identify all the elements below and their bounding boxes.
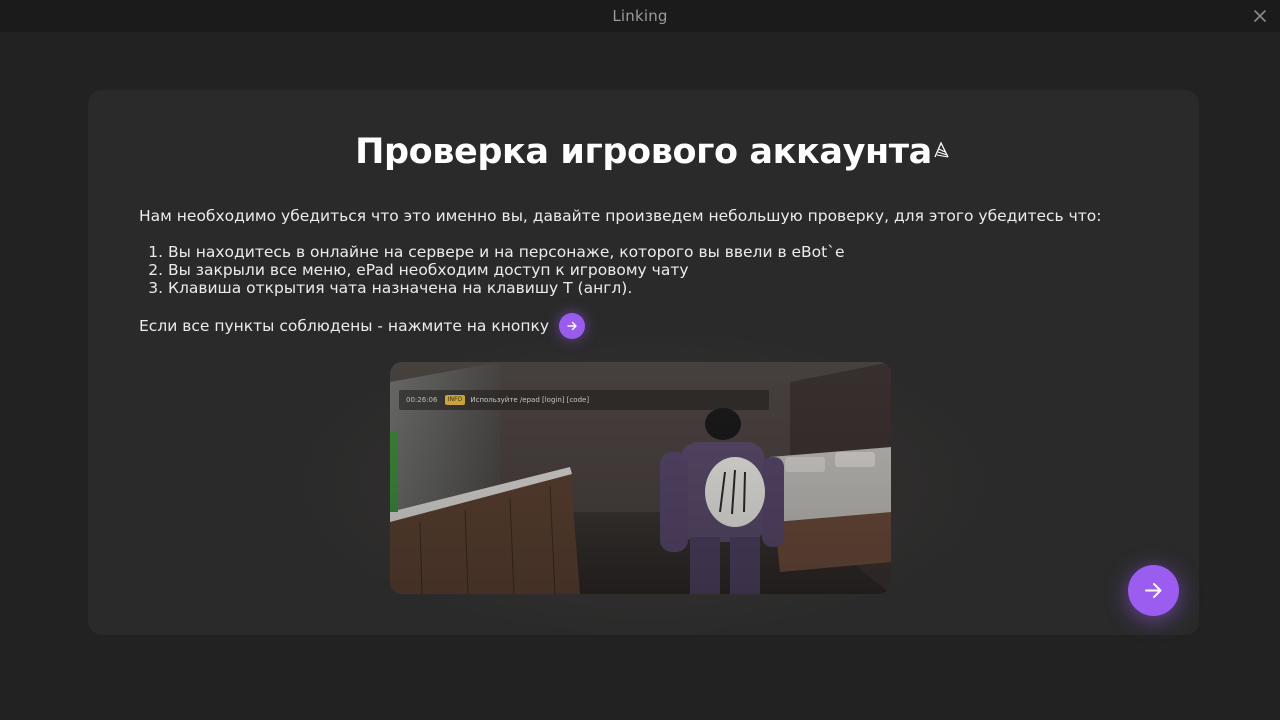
step-number: 2. xyxy=(148,261,163,279)
step-number: 3. xyxy=(148,279,163,297)
arrow-right-icon xyxy=(1145,583,1162,598)
step-number: 1. xyxy=(148,243,163,261)
step-text: Клавиша открытия чата назначена на клави… xyxy=(167,279,633,297)
verification-card: Проверка игрового аккаунта Нам необходим… xyxy=(88,90,1199,644)
step-text: Вы находитесь в онлайне на сервере и на … xyxy=(167,243,845,261)
chat-time: 00:26:06 xyxy=(406,396,438,404)
step-text: Вы закрыли все меню, ePad необходим дост… xyxy=(167,261,689,279)
game-chat-line: 00:26:06 INFO Используйте /epad [login] … xyxy=(399,390,769,410)
chat-text: Используйте /epad [login] [code] xyxy=(470,396,590,404)
list-item: 1. Вы находитесь в онлайне на сервере и … xyxy=(139,243,845,261)
list-item: 2. Вы закрыли все меню, ePad необходим д… xyxy=(139,261,845,279)
close-icon[interactable] xyxy=(1252,8,1268,24)
intro-text: Нам необходимо убедиться что это именно … xyxy=(139,207,1102,225)
brand-logo-icon xyxy=(932,128,950,158)
page-title: Проверка игрового аккаунта xyxy=(355,132,932,172)
window-title: Linking xyxy=(612,7,668,25)
list-item: 3. Клавиша открытия чата назначена на кл… xyxy=(139,279,845,297)
game-screenshot-preview: 00:26:06 INFO Используйте /epad [login] … xyxy=(390,362,891,594)
next-button[interactable] xyxy=(1128,565,1179,616)
title-bar: Linking xyxy=(0,0,1280,32)
steps-list: 1. Вы находитесь в онлайне на сервере и … xyxy=(139,243,845,297)
chat-info-badge: INFO xyxy=(444,395,466,405)
